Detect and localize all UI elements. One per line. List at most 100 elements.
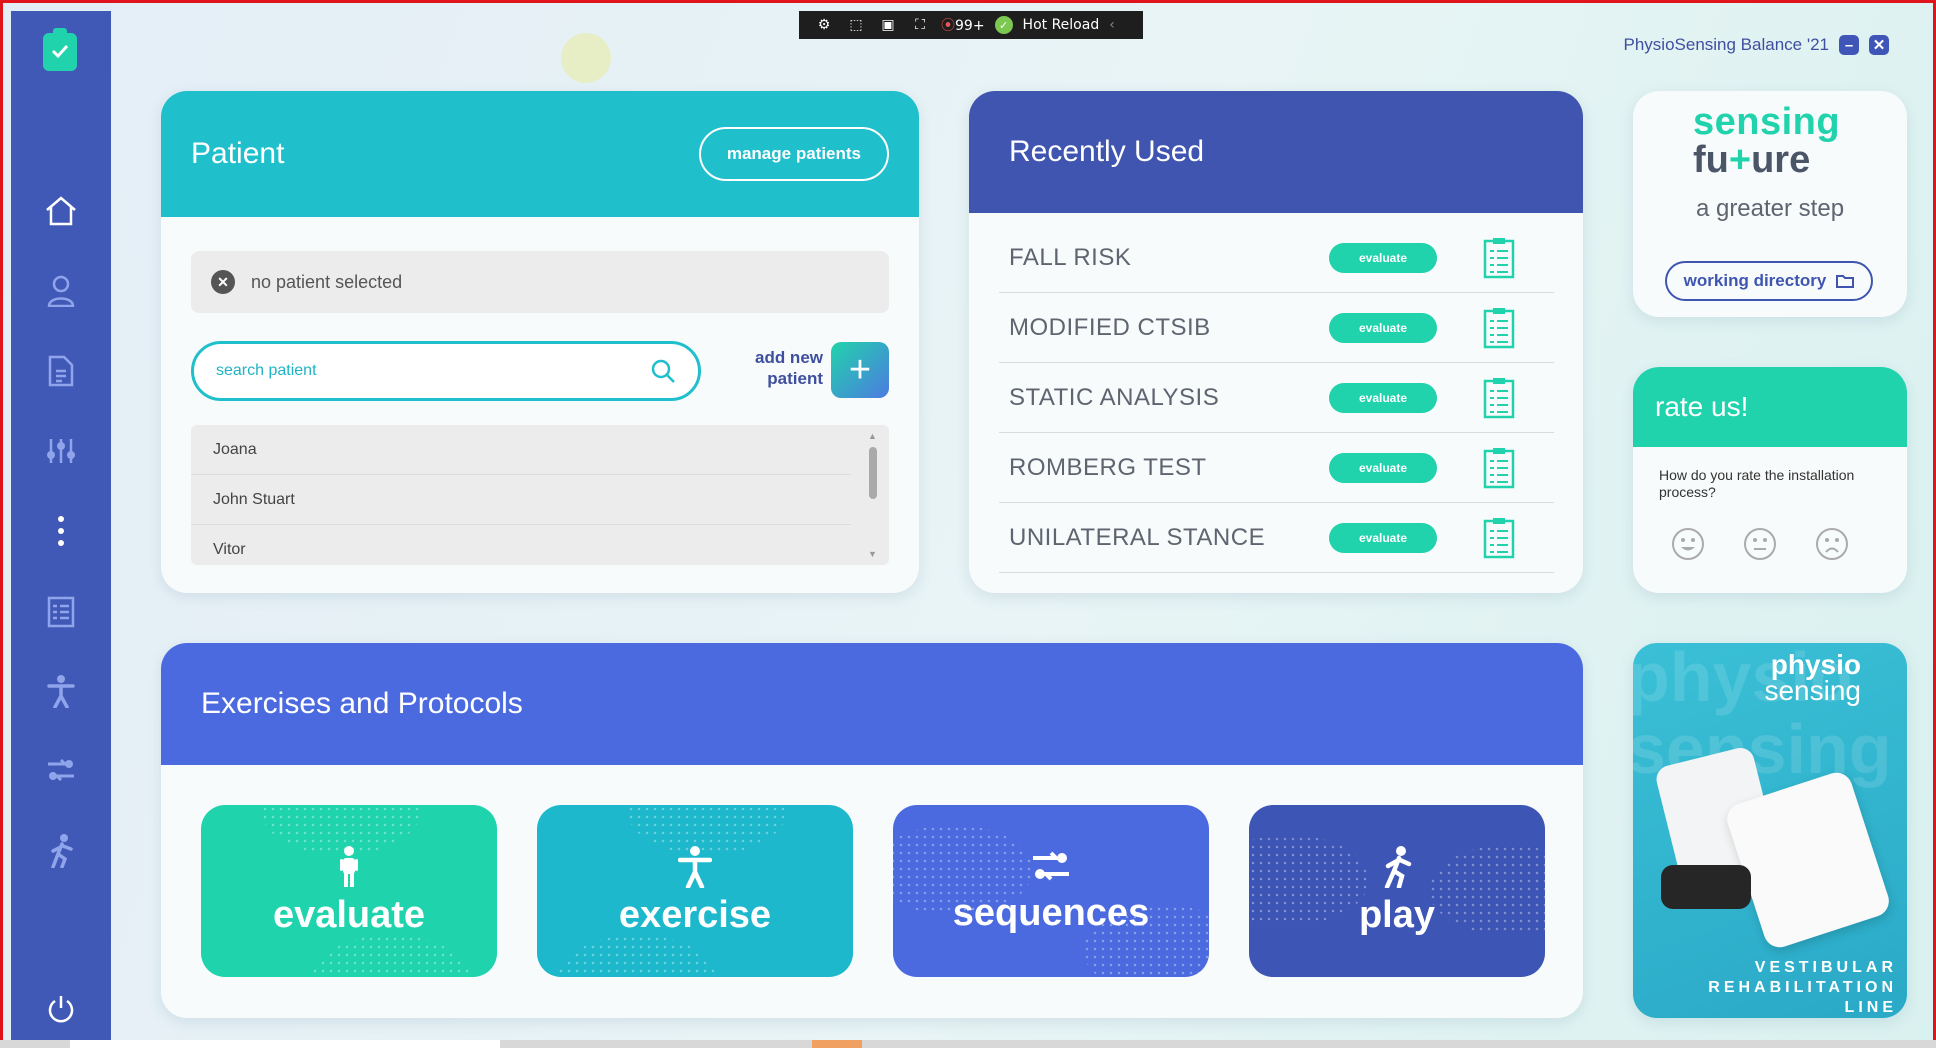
document-icon	[48, 355, 74, 387]
recent-item-row: MODIFIED CTSIB evaluate	[999, 293, 1554, 363]
patient-card-header: Patient manage patients	[161, 91, 919, 217]
rate-us-title: rate us!	[1633, 367, 1907, 447]
power-icon	[48, 996, 74, 1023]
app-title: PhysioSensing Balance '21	[1623, 35, 1830, 54]
exercise-tile[interactable]: exercise	[537, 805, 853, 977]
protocol-clipboard-icon[interactable]	[1483, 517, 1515, 559]
add-patient-button[interactable]: +	[831, 342, 889, 398]
mouse-cursor-highlight	[561, 33, 611, 83]
recent-item-row: FALL RISK evaluate	[999, 223, 1554, 293]
scrollbar-thumb[interactable]	[869, 447, 877, 499]
vr-goggles-image	[1661, 865, 1751, 909]
neutral-face-icon[interactable]	[1743, 527, 1777, 561]
evaluate-tile[interactable]: evaluate	[201, 805, 497, 977]
brand-line2: fu+ure	[1693, 139, 1810, 182]
recently-used-title: Recently Used	[969, 91, 1583, 213]
protocol-clipboard-icon[interactable]	[1483, 237, 1515, 279]
evaluate-tile-label: evaluate	[272, 893, 426, 936]
protocol-clipboard-icon[interactable]	[1483, 377, 1515, 419]
sequences-tile[interactable]: sequences	[893, 805, 1209, 977]
tile-pattern	[1429, 845, 1545, 935]
track-focus-icon[interactable]: ⛶	[909, 15, 931, 35]
app-logo-icon	[43, 28, 77, 71]
hot-reload-label[interactable]: Hot Reload	[1023, 17, 1100, 33]
promo-tagline: VESTIBULAR REHABILITATION LINE	[1708, 958, 1897, 1018]
folder-icon	[1836, 275, 1855, 288]
recent-item-row: STATIC ANALYSIS evaluate	[999, 363, 1554, 433]
patient-list: Joana John Stuart Vitor ▲ ▼	[191, 425, 889, 565]
close-button[interactable]: ✕	[1869, 35, 1889, 55]
protocol-clipboard-icon[interactable]	[1483, 307, 1515, 349]
evaluate-button[interactable]: evaluate	[1329, 242, 1437, 273]
user-icon	[47, 275, 75, 307]
running-person-icon	[1384, 845, 1412, 888]
exercises-title: Exercises and Protocols	[161, 643, 1583, 765]
taskbar-segment	[70, 1040, 500, 1048]
evaluate-button[interactable]: evaluate	[1329, 312, 1437, 343]
sidebar-item-patient[interactable]	[33, 263, 89, 319]
hot-reload-check-icon: ✓	[994, 16, 1013, 34]
search-input[interactable]	[216, 362, 616, 380]
patient-title: Patient	[191, 137, 285, 170]
brand-line1: sensing	[1693, 101, 1841, 143]
tile-pattern	[627, 805, 787, 855]
tile-pattern	[311, 935, 471, 977]
sidebar-item-settings[interactable]	[33, 423, 89, 479]
rate-us-card: rate us! How do you rate the installatio…	[1633, 367, 1907, 593]
list-item[interactable]: Joana	[191, 425, 851, 475]
recent-item-label: FALL RISK	[1009, 243, 1132, 271]
sidebar-item-document[interactable]	[33, 343, 89, 399]
sidebar-item-sequences[interactable]	[33, 743, 89, 799]
patient-card: Patient manage patients ✕ no patient sel…	[161, 91, 919, 593]
play-tile[interactable]: play	[1249, 805, 1545, 977]
recent-item-row: UNILATERAL STANCE evaluate	[999, 503, 1554, 573]
sliders-icon	[47, 439, 75, 463]
rate-question: How do you rate the installation process…	[1659, 467, 1855, 500]
sidebar-item-evaluate[interactable]	[33, 583, 89, 639]
recent-item-row: ROMBERG TEST evaluate	[999, 433, 1554, 503]
sidebar-item-home[interactable]	[33, 183, 89, 239]
clear-selection-icon[interactable]: ✕	[211, 270, 235, 294]
selected-patient-field: ✕ no patient selected	[191, 251, 889, 313]
sidebar-item-power[interactable]	[33, 981, 89, 1037]
evaluate-button[interactable]: evaluate	[1329, 452, 1437, 483]
vestibular-promo-card[interactable]: physio sensing physio sensing VESTIBULAR …	[1633, 643, 1907, 1018]
working-directory-button[interactable]: working directory	[1665, 261, 1873, 301]
exercise-tile-label: exercise	[618, 893, 772, 936]
sidebar-item-exercise[interactable]	[33, 663, 89, 719]
select-element-icon[interactable]: ⬚	[845, 15, 867, 35]
sidebar-item-more[interactable]	[33, 503, 89, 559]
list-item[interactable]: John Stuart	[191, 475, 851, 525]
sidebar-item-play[interactable]	[33, 823, 89, 879]
live-tree-icon[interactable]: ⚙	[813, 15, 835, 35]
display-layout-icon[interactable]: ▣	[877, 15, 899, 35]
manage-patients-button[interactable]: manage patients	[698, 127, 889, 181]
brand-line2-b: ure	[1751, 139, 1811, 181]
tile-pattern	[1249, 835, 1369, 925]
happy-face-icon[interactable]	[1671, 527, 1705, 561]
sad-face-icon[interactable]	[1815, 527, 1849, 561]
patient-list-scrollbar[interactable]: ▲ ▼	[867, 431, 879, 559]
working-directory-label: working directory	[1683, 271, 1827, 290]
tile-pattern	[261, 805, 421, 855]
search-patient-box	[191, 341, 701, 401]
evaluate-button[interactable]: evaluate	[1329, 522, 1437, 553]
minimize-button[interactable]: –	[1839, 35, 1859, 55]
no-patient-selected-text: no patient selected	[251, 271, 403, 292]
list-item[interactable]: Vitor	[191, 525, 851, 565]
scroll-down-icon[interactable]: ▼	[868, 549, 877, 559]
search-icon[interactable]	[650, 358, 676, 384]
add-new-patient-label[interactable]: add new patient	[743, 347, 823, 389]
promo-tag-line1: VESTIBULAR	[1754, 959, 1897, 976]
collapse-toolbar-icon[interactable]: ‹	[1109, 17, 1115, 33]
evaluate-button[interactable]: evaluate	[1329, 382, 1437, 413]
brand-plus: +	[1728, 139, 1752, 181]
sequence-icon	[48, 758, 74, 782]
scroll-up-icon[interactable]: ▲	[868, 431, 877, 441]
binding-failures-count[interactable]: ⦿99+	[941, 15, 985, 35]
app-window: ⚙ ⬚ ▣ ⛶ ⦿99+ ✓ Hot Reload ‹ PhysioSensin…	[0, 0, 1936, 1048]
recent-item-label: STATIC ANALYSIS	[1009, 383, 1220, 411]
recent-item-label: MODIFIED CTSIB	[1009, 313, 1211, 341]
brand-tagline: a greater step	[1695, 195, 1845, 222]
protocol-clipboard-icon[interactable]	[1483, 447, 1515, 489]
